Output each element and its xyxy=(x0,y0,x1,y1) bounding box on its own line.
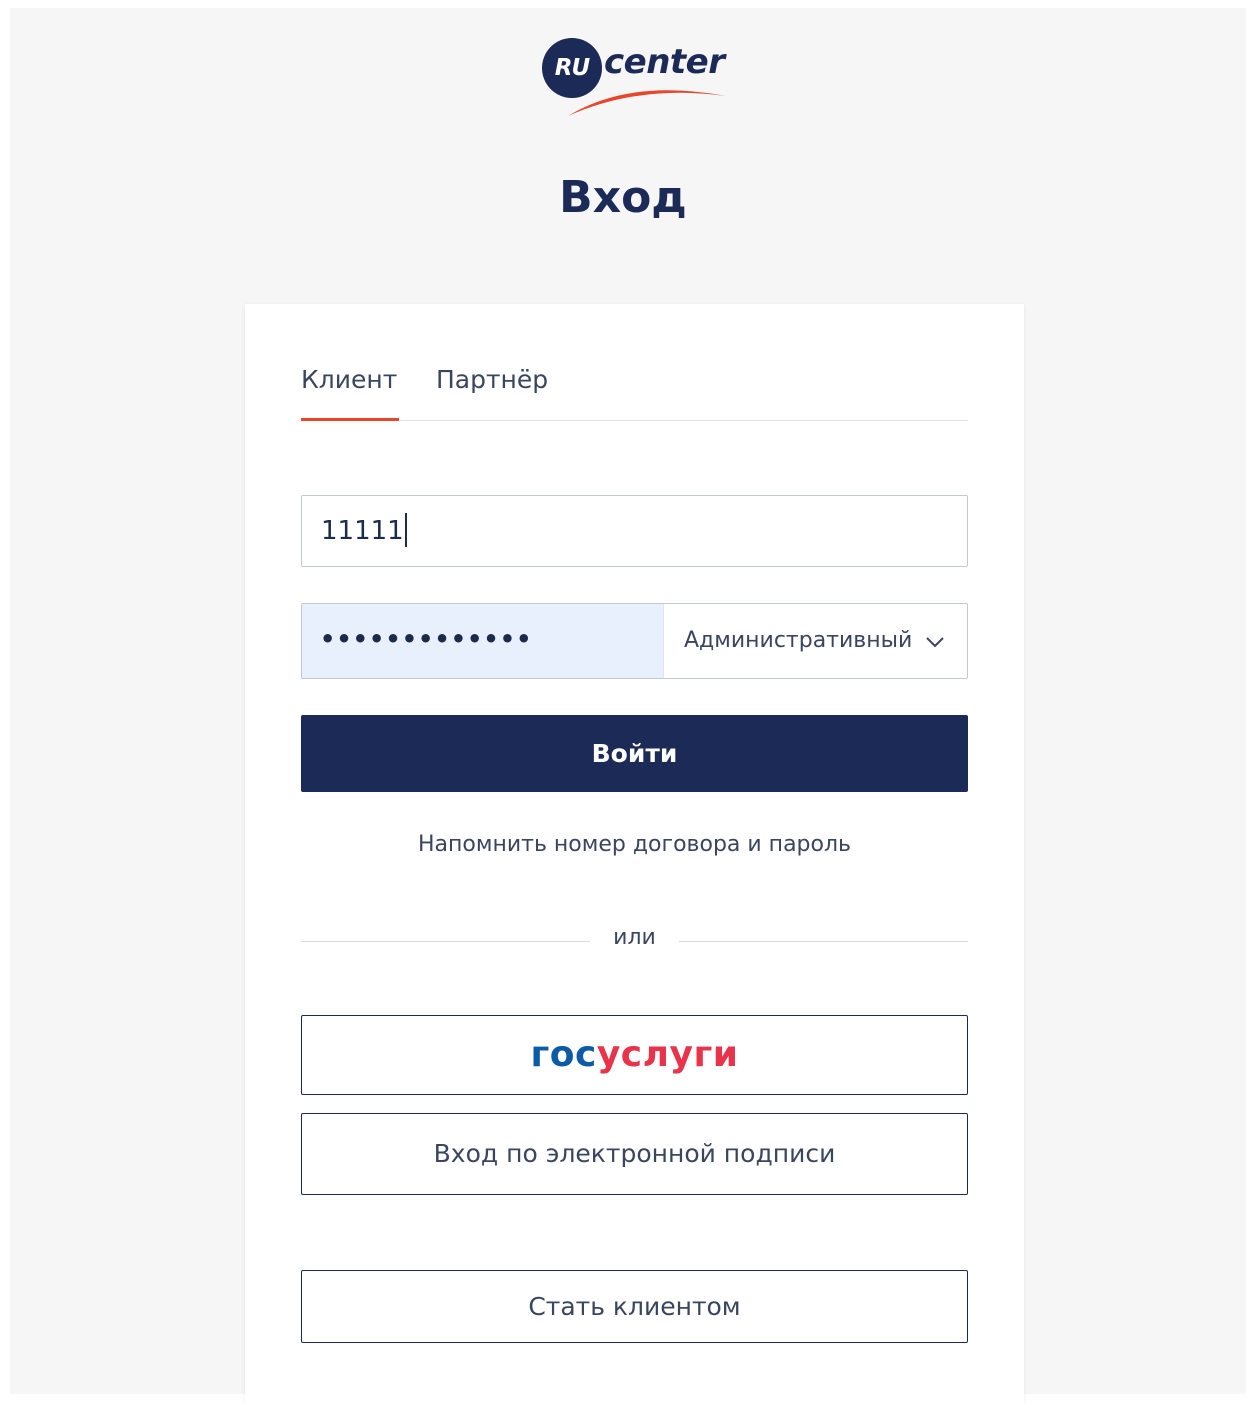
gosuslugi-logo: госуслуги xyxy=(530,1034,738,1075)
page-title: Вход xyxy=(559,172,687,223)
gosuslugi-logo-part1: гос xyxy=(530,1034,597,1075)
gosuslugi-logo-part2: услуги xyxy=(596,1034,739,1075)
login-tabs: Клиент Партнёр xyxy=(301,360,968,421)
contract-number-value: 11111 xyxy=(321,516,404,546)
password-input[interactable]: ••••••••••••• xyxy=(302,604,663,678)
divider-line-left xyxy=(301,941,590,942)
contract-number-input[interactable]: 11111 xyxy=(301,495,968,567)
password-type-select[interactable]: Административный xyxy=(663,604,967,678)
divider-text: или xyxy=(613,925,656,950)
password-group: ••••••••••••• Административный xyxy=(301,603,968,679)
logo-badge: RU xyxy=(542,38,602,98)
tab-client[interactable]: Клиент xyxy=(301,365,399,421)
or-divider: или xyxy=(301,925,968,959)
gosuslugi-login-button[interactable]: госуслуги xyxy=(301,1015,968,1095)
tab-partner[interactable]: Партнёр xyxy=(436,365,548,421)
chevron-down-icon xyxy=(926,637,944,648)
rucenter-logo[interactable]: RU center xyxy=(540,38,732,118)
text-cursor xyxy=(404,512,407,547)
login-button[interactable]: Войти xyxy=(301,715,968,792)
password-type-value: Административный xyxy=(684,628,913,653)
become-client-button[interactable]: Стать клиентом xyxy=(301,1270,968,1343)
remind-credentials-link[interactable]: Напомнить номер договора и пароль xyxy=(301,832,968,857)
divider-line-right xyxy=(679,941,968,942)
e-signature-login-button[interactable]: Вход по электронной подписи xyxy=(301,1113,968,1195)
logo-wordmark: center xyxy=(604,42,725,82)
